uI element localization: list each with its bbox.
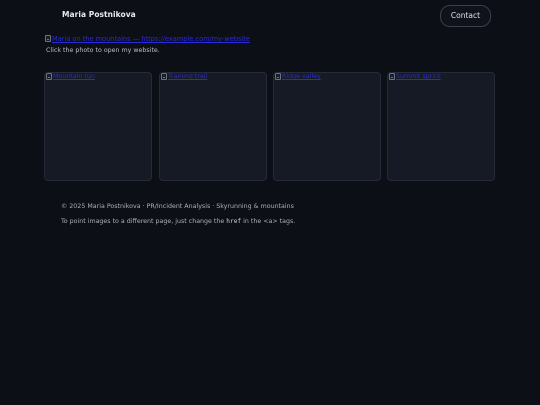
- footer-note-middle: in the: [241, 218, 264, 225]
- broken-image-icon: [46, 73, 52, 80]
- footer-note-after: tags.: [277, 218, 296, 225]
- footer-note-code: href: [226, 218, 242, 225]
- gallery-image: Summit sprint: [389, 73, 441, 81]
- hero-image-link[interactable]: Maria on the mountains — https://example…: [45, 35, 250, 43]
- broken-image-icon: [389, 73, 395, 80]
- footer-note-before: To point images to a different page, jus…: [61, 218, 227, 225]
- gallery-card[interactable]: Ridge valley: [273, 72, 381, 181]
- gallery-image-alt: Mountain run: [53, 73, 95, 80]
- site-header: Maria Postnikova Contact: [0, 0, 540, 30]
- site-footer: © 2025 Maria Postnikova · PR/Incident An…: [61, 203, 294, 210]
- hero-image-alt-text: Maria on the mountains: [52, 35, 131, 43]
- footer-note-tag: <a>: [263, 218, 278, 225]
- footer-note: To point images to a different page, jus…: [61, 218, 295, 225]
- photo-gallery: Mountain run Training trail Ridge valley…: [44, 72, 496, 183]
- gallery-card[interactable]: Training trail: [159, 72, 267, 181]
- hero-caption: Click the photo to open my website.: [46, 47, 160, 54]
- brand-link[interactable]: Maria Postnikova: [62, 10, 136, 19]
- gallery-image-alt: Ridge valley: [282, 73, 321, 80]
- gallery-card[interactable]: Mountain run: [44, 72, 152, 181]
- gallery-image: Mountain run: [46, 73, 95, 81]
- page: Maria Postnikova Contact Maria on the mo…: [0, 0, 540, 405]
- hero-link-url: https://example.com/my-website: [141, 35, 250, 43]
- broken-image-icon: [161, 73, 167, 80]
- gallery-image-alt: Training trail: [168, 73, 208, 80]
- broken-image-icon: [275, 73, 281, 80]
- copyright-text: © 2025 Maria Postnikova · PR/Incident An…: [61, 203, 294, 210]
- gallery-image: Ridge valley: [275, 73, 321, 81]
- contact-button[interactable]: Contact: [440, 5, 491, 27]
- broken-image-icon: [45, 35, 51, 42]
- gallery-image: Training trail: [161, 73, 207, 81]
- hero-image-alt: Maria on the mountains — https://example…: [52, 35, 250, 43]
- gallery-card[interactable]: Summit sprint: [387, 72, 495, 181]
- gallery-image-alt: Summit sprint: [396, 73, 441, 80]
